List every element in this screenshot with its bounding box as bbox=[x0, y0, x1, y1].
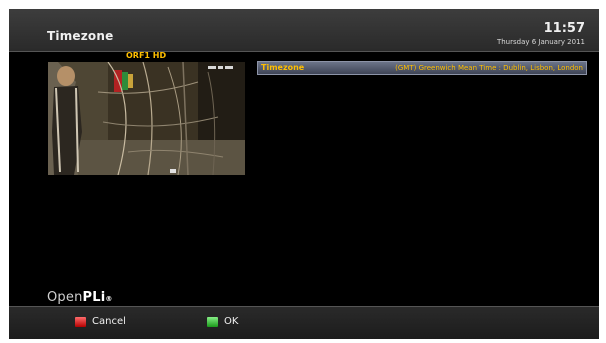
settings-list: Timezone (GMT) Greenwich Mean Time : Dub… bbox=[257, 61, 587, 75]
channel-name: ORF1 HD bbox=[126, 51, 167, 60]
button-bar: Cancel OK bbox=[9, 306, 599, 339]
cancel-button[interactable]: Cancel bbox=[75, 316, 126, 327]
clock-time: 11:57 bbox=[543, 21, 585, 36]
logo-text-tail: ® bbox=[105, 295, 113, 303]
openpli-logo: OpenPLi® bbox=[47, 290, 113, 305]
preview-image bbox=[48, 62, 245, 175]
tv-screen: Timezone 11:57 Thursday 6 January 2011 O… bbox=[9, 9, 599, 339]
setting-value[interactable]: (GMT) Greenwich Mean Time : Dublin, Lisb… bbox=[395, 63, 583, 73]
title-bar: Timezone 11:57 Thursday 6 January 2011 bbox=[9, 9, 599, 52]
setting-row-timezone[interactable]: Timezone (GMT) Greenwich Mean Time : Dub… bbox=[258, 62, 586, 74]
logo-text-light: Open bbox=[47, 290, 83, 305]
page-title: Timezone bbox=[47, 29, 114, 43]
ok-label: OK bbox=[224, 316, 239, 327]
logo-text-bold: PLi bbox=[82, 290, 106, 305]
green-key-icon bbox=[207, 316, 218, 327]
clock-date: Thursday 6 January 2011 bbox=[496, 38, 585, 46]
setting-label: Timezone bbox=[261, 63, 305, 72]
cancel-label: Cancel bbox=[92, 316, 126, 327]
ok-button[interactable]: OK bbox=[207, 316, 238, 327]
red-key-icon bbox=[75, 316, 86, 327]
tv-preview bbox=[48, 62, 245, 175]
